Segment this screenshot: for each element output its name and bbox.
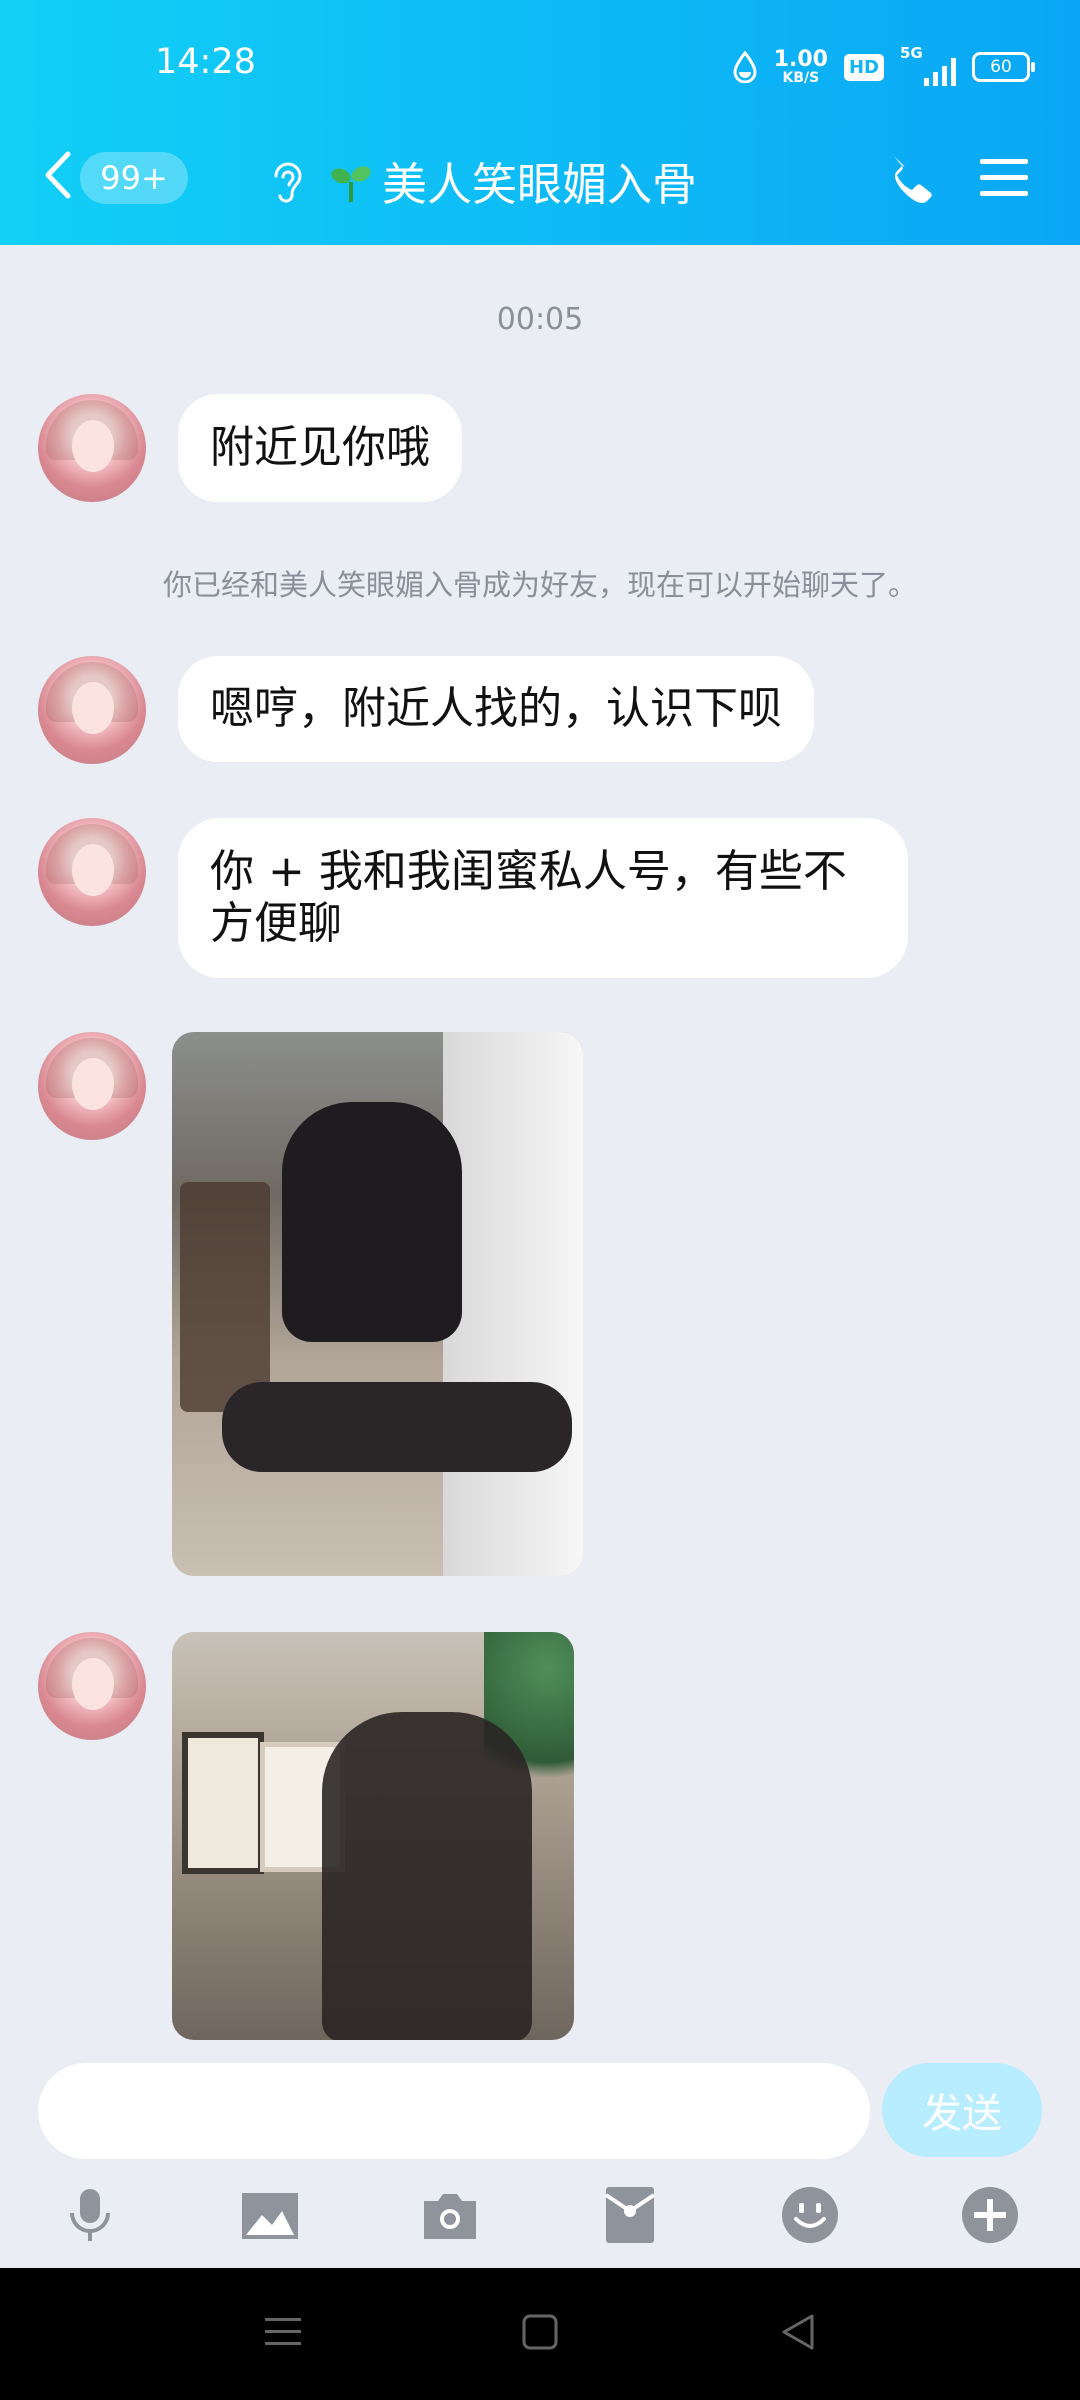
status-time: 14:28 bbox=[155, 42, 256, 82]
net-speed: 1.00 KB/S bbox=[773, 47, 828, 86]
avatar[interactable] bbox=[38, 656, 146, 764]
photo-message[interactable] bbox=[172, 1032, 583, 1576]
network-type-label: 5G bbox=[900, 44, 923, 62]
microphone-icon[interactable] bbox=[60, 2185, 120, 2245]
hd-badge: HD bbox=[843, 53, 884, 81]
red-packet-icon[interactable] bbox=[600, 2185, 660, 2245]
message-timestamp: 00:05 bbox=[496, 302, 584, 337]
message-bubble[interactable]: 附近见你哦 bbox=[178, 394, 462, 502]
avatar[interactable] bbox=[38, 1632, 146, 1740]
net-speed-unit: KB/S bbox=[782, 70, 820, 86]
net-speed-value: 1.00 bbox=[773, 47, 828, 72]
system-notice: 你已经和美人笑眼媚入骨成为好友，现在可以开始聊天了。 bbox=[162, 568, 917, 602]
avatar[interactable] bbox=[38, 394, 146, 502]
avatar[interactable] bbox=[38, 1032, 146, 1140]
water-drop-icon bbox=[733, 51, 757, 83]
plus-icon[interactable] bbox=[960, 2185, 1020, 2245]
recent-apps-icon[interactable] bbox=[263, 2312, 303, 2352]
avatar[interactable] bbox=[38, 818, 146, 926]
sprout-icon bbox=[331, 166, 371, 202]
ear-icon[interactable] bbox=[268, 160, 304, 206]
camera-icon[interactable] bbox=[420, 2185, 480, 2245]
back-nav-icon[interactable] bbox=[778, 2312, 818, 2352]
top-bar: 14:28 1.00 KB/S HD 5G 60 99+ 美人笑眼媚入骨 bbox=[0, 0, 1080, 245]
menu-icon[interactable] bbox=[978, 155, 1030, 201]
system-navigation-bar bbox=[0, 2268, 1080, 2400]
home-icon[interactable] bbox=[520, 2312, 560, 2352]
back-icon[interactable] bbox=[38, 150, 78, 200]
battery-indicator: 60 bbox=[972, 52, 1035, 82]
message-input[interactable] bbox=[38, 2063, 870, 2159]
message-bubble[interactable]: 你 + 我和我闺蜜私人号，有些不 方便聊 bbox=[178, 818, 908, 978]
image-icon[interactable] bbox=[240, 2185, 300, 2245]
emoji-icon[interactable] bbox=[780, 2185, 840, 2245]
chat-title[interactable]: 美人笑眼媚入骨 bbox=[382, 148, 697, 213]
photo-message[interactable] bbox=[172, 1632, 574, 2040]
status-icons: 1.00 KB/S HD 5G 60 bbox=[732, 42, 1035, 92]
signal-icon: 5G bbox=[900, 44, 956, 86]
phone-icon[interactable] bbox=[880, 150, 936, 206]
message-bubble[interactable]: 嗯哼，附近人找的，认识下呗 bbox=[178, 656, 814, 762]
unread-count-badge[interactable]: 99+ bbox=[80, 152, 188, 204]
send-button[interactable]: 发送 bbox=[882, 2063, 1042, 2157]
